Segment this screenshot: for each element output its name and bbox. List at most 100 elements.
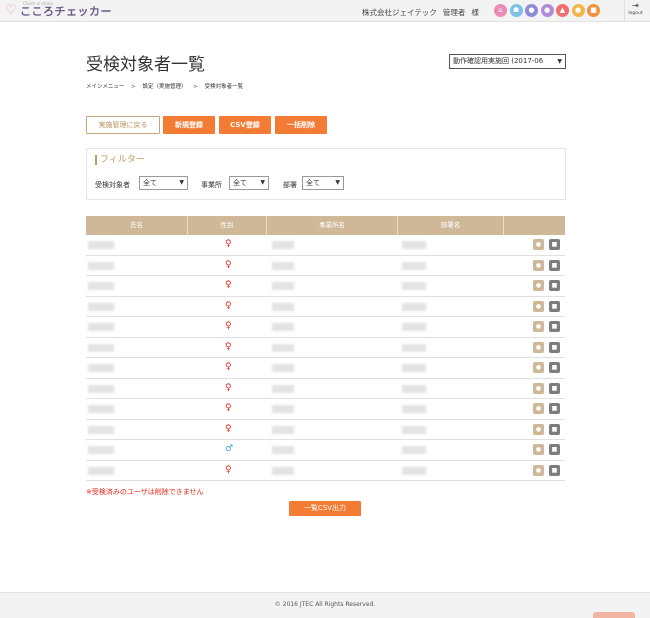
view-button[interactable]: ●: [533, 259, 544, 271]
view-button[interactable]: ●: [533, 403, 544, 414]
target-filter-select[interactable]: 全て ▼: [139, 176, 188, 190]
trash-icon[interactable]: ■: [549, 300, 560, 312]
department-cell-redacted: [402, 241, 426, 249]
breadcrumb-item-settings[interactable]: 設定（実施管理）: [142, 84, 186, 90]
female-icon: ♀: [225, 280, 232, 290]
logout-button[interactable]: ⇥ logout: [624, 1, 646, 21]
home-icon[interactable]: ⌂: [494, 4, 507, 17]
users-icon[interactable]: ●: [540, 4, 554, 17]
trash-icon[interactable]: ■: [549, 444, 560, 455]
trash-icon[interactable]: ■: [549, 259, 560, 271]
trash-icon[interactable]: ■: [549, 321, 560, 332]
name-cell-redacted: [88, 302, 114, 311]
office-filter-value: 全て: [233, 179, 247, 187]
warning-icon[interactable]: ▲: [556, 4, 569, 17]
trash-icon[interactable]: ■: [549, 403, 560, 414]
trash-icon[interactable]: ■: [549, 382, 560, 394]
office-cell-redacted: [272, 282, 294, 290]
column-header-office: 事業所名: [267, 216, 398, 235]
user-name: 管理者: [442, 8, 466, 17]
female-icon: ♀: [225, 464, 232, 475]
department-cell-redacted: [402, 405, 426, 413]
office-filter-select[interactable]: 全て ▼: [229, 176, 269, 190]
breadcrumb-item-main-menu[interactable]: メインメニュー: [86, 84, 124, 90]
department-cell-redacted: [402, 446, 426, 454]
table-row: ♀ ● ■: [86, 276, 565, 297]
view-button[interactable]: ●: [533, 444, 544, 455]
table-row: ♀ ● ■: [86, 235, 565, 256]
user-icon[interactable]: ●: [525, 4, 538, 17]
view-button[interactable]: ●: [533, 341, 544, 353]
view-button[interactable]: ●: [533, 239, 544, 250]
header-nav-icons: ⌂ ☗ ● ● ▲ ● ■: [494, 4, 603, 17]
name-cell-redacted: [88, 446, 114, 454]
department-cell-redacted: [402, 323, 426, 331]
department-cell-redacted: [402, 425, 426, 434]
filter-title: フィルター: [95, 155, 145, 165]
heart-logo-icon: ♡: [5, 3, 17, 18]
app-header: Check in stress ♡ こころチェッカー 株式会社ジェイテック 管理者…: [0, 0, 650, 22]
name-cell-redacted: [88, 405, 114, 413]
name-cell-redacted: [88, 384, 114, 393]
office-cell-redacted: [272, 384, 294, 393]
chevron-down-icon: ▼: [260, 179, 265, 186]
office-cell-redacted: [272, 261, 294, 270]
office-cell-redacted: [272, 302, 294, 311]
honorific: 様: [471, 8, 479, 17]
table-row: ♀ ● ■: [86, 379, 565, 399]
view-button[interactable]: ●: [533, 280, 544, 291]
footer: © 2016 JTEC All Rights Reserved.: [0, 592, 650, 618]
name-cell-redacted: [88, 364, 114, 372]
female-icon: ♀: [225, 259, 232, 270]
trash-icon[interactable]: ■: [549, 239, 560, 250]
department-cell-redacted: [402, 302, 426, 311]
group-icon[interactable]: ☗: [509, 4, 523, 17]
trash-icon[interactable]: ■: [549, 280, 560, 291]
view-button[interactable]: ●: [533, 423, 544, 435]
settings-icon[interactable]: ●: [571, 4, 585, 17]
delete-note: ※受検済みのユーザは削除できません: [86, 488, 204, 496]
view-button[interactable]: ●: [533, 382, 544, 394]
csv-import-button[interactable]: CSV登録: [219, 116, 271, 134]
trash-icon[interactable]: ■: [549, 362, 560, 373]
page-top-button[interactable]: [593, 612, 635, 618]
trash-icon[interactable]: ■: [549, 423, 560, 435]
view-button[interactable]: ●: [533, 300, 544, 312]
column-header-gender: 性別: [188, 216, 267, 235]
name-cell-redacted: [88, 466, 114, 475]
document-icon[interactable]: ■: [587, 4, 600, 17]
table-row: ♂ ● ■: [86, 440, 565, 461]
new-registration-button[interactable]: 新規登録: [163, 116, 215, 134]
filter-panel: フィルター 受検対象者 全て ▼ 事業所 全て ▼ 部署 全て ▼: [86, 148, 566, 200]
female-icon: ♀: [225, 341, 232, 352]
name-cell-redacted: [88, 425, 114, 434]
csv-export-button[interactable]: 一覧CSV出力: [289, 501, 361, 516]
trash-icon[interactable]: ■: [549, 341, 560, 353]
name-cell-redacted: [88, 282, 114, 290]
female-icon: ♀: [225, 239, 232, 249]
view-button[interactable]: ●: [533, 464, 544, 476]
back-to-management-button[interactable]: 実施管理に戻る: [86, 116, 160, 134]
office-cell-redacted: [272, 343, 294, 352]
table-row: ♀ ● ■: [86, 297, 565, 317]
name-cell-redacted: [88, 323, 114, 331]
table-row: ♀ ● ■: [86, 256, 565, 276]
round-select-value: 動作確認用実施回 (2017-06: [453, 57, 544, 65]
office-cell-redacted: [272, 425, 294, 434]
name-cell-redacted: [88, 261, 114, 270]
target-filter-label: 受検対象者: [95, 181, 130, 189]
table-row: ♀ ● ■: [86, 461, 565, 481]
chevron-down-icon: ▼: [179, 179, 184, 186]
view-button[interactable]: ●: [533, 321, 544, 332]
round-select[interactable]: 動作確認用実施回 (2017-06 ▼: [449, 54, 566, 69]
bulk-delete-button[interactable]: 一括削除: [275, 116, 327, 134]
logo[interactable]: Check in stress ♡ こころチェッカー: [5, 1, 112, 20]
view-button[interactable]: ●: [533, 362, 544, 373]
trash-icon[interactable]: ■: [549, 464, 560, 476]
user-info: 株式会社ジェイテック 管理者様: [362, 7, 479, 18]
dept-filter-select[interactable]: 全て ▼: [302, 176, 344, 190]
breadcrumb: メインメニュー > 設定（実施管理） > 受検対象者一覧: [86, 82, 243, 90]
office-filter-label: 事業所: [201, 181, 222, 189]
department-cell-redacted: [402, 364, 426, 372]
examinee-table: 氏名 性別 事業所名 部署名 ♀ ● ■ ♀ ● ■ ♀ ● ■ ♀ ● ■ ♀ ● ■ ♀ ● ■ ♀ ● ■ ♀ ● ■ ♀…: [86, 216, 565, 481]
